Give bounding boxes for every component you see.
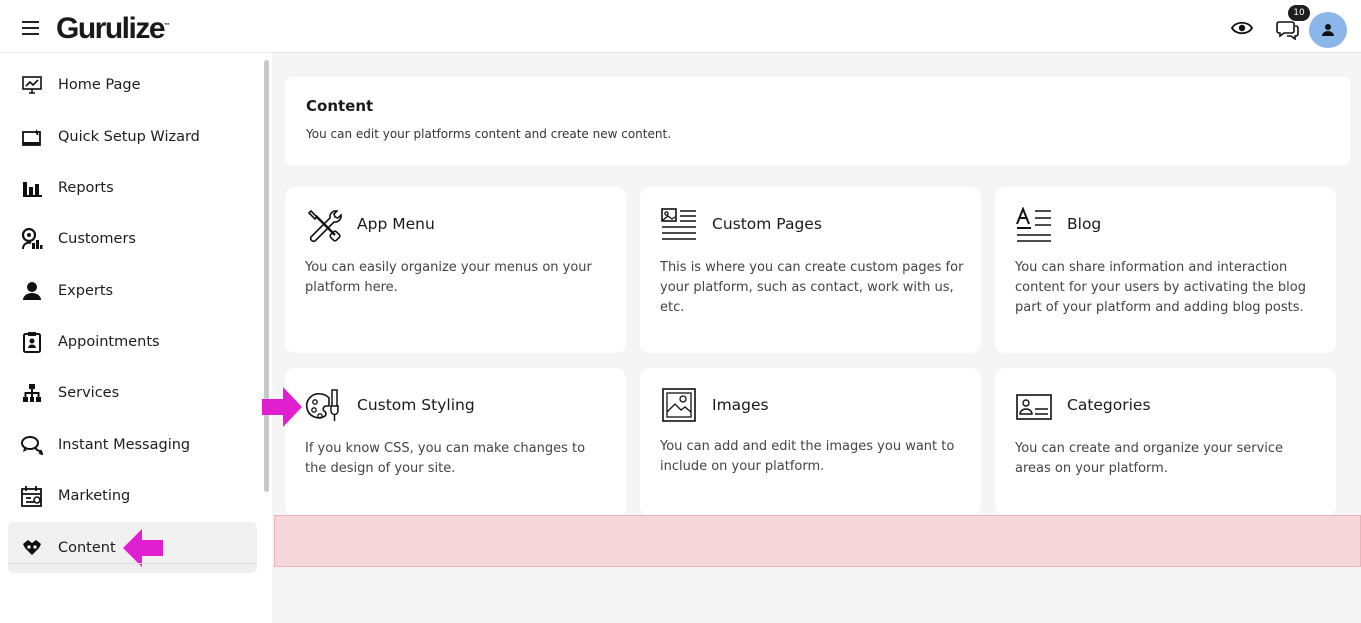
sidebar-item-quick-setup-wizard[interactable]: Quick Setup Wizard — [8, 111, 257, 162]
card-title: App Menu — [357, 215, 435, 233]
bar-chart-icon — [21, 177, 43, 199]
card-description: You can add and edit the images you want… — [660, 439, 955, 474]
sidebar-scrollbar[interactable] — [264, 60, 269, 492]
user-avatar-icon — [1322, 24, 1334, 36]
image-frame-icon — [662, 388, 696, 422]
card-title: Custom Styling — [357, 396, 475, 414]
card-description: This is where you can create custom page… — [660, 260, 964, 315]
card-description: You can create and organize your service… — [1015, 441, 1284, 476]
card-description: You can easily organize your menus on yo… — [305, 260, 592, 295]
card-blog[interactable]: Blog You can share information and inter… — [995, 187, 1336, 353]
chart-monitor-icon — [21, 74, 43, 96]
card-title: Blog — [1067, 215, 1102, 233]
sidebar-item-customers[interactable]: Customers — [8, 213, 257, 264]
tools-icon — [307, 209, 342, 243]
pointer-arrow-right-icon — [262, 387, 302, 427]
id-card-icon — [1016, 394, 1052, 420]
sidebar-item-experts[interactable]: Experts — [8, 265, 257, 316]
wizard-window-icon — [21, 126, 43, 148]
palette-brush-icon — [305, 389, 339, 421]
sitemap-icon — [21, 382, 43, 404]
text-article-icon — [1016, 207, 1051, 242]
card-custom-pages[interactable]: Custom Pages This is where you can creat… — [640, 187, 981, 353]
card-custom-styling[interactable]: Custom Styling If you know CSS, you can … — [285, 368, 626, 516]
customer-chart-icon — [21, 227, 43, 250]
sidebar-divider — [8, 563, 257, 564]
card-title: Custom Pages — [712, 215, 822, 233]
chat-bubbles-icon — [21, 434, 43, 456]
clipboard-user-icon — [21, 331, 43, 353]
pointer-arrow-left-icon — [123, 529, 163, 567]
user-icon — [21, 280, 43, 302]
avatar[interactable] — [1309, 12, 1347, 48]
top-bar: Gurulize™ 10 — [0, 0, 1361, 53]
sidebar-item-instant-messaging[interactable]: Instant Messaging — [8, 419, 257, 470]
sidebar-item-reports[interactable]: Reports — [8, 162, 257, 213]
sidebar-item-home-page[interactable]: Home Page — [8, 59, 257, 110]
chat-icon[interactable] — [1276, 18, 1300, 40]
card-title: Images — [712, 396, 769, 414]
card-title: Categories — [1067, 396, 1151, 414]
brand-logo[interactable]: Gurulize™ — [56, 12, 170, 46]
content-header-card: Content You can edit your platforms cont… — [285, 77, 1350, 165]
card-description: You can share information and interactio… — [1015, 260, 1306, 315]
sidebar-item-marketing[interactable]: Marketing — [8, 470, 257, 521]
sidebar-item-services[interactable]: Services — [8, 367, 257, 418]
page-subtitle: You can edit your platforms content and … — [306, 127, 672, 141]
page-layout-icon — [661, 208, 696, 240]
alert-bar — [274, 515, 1361, 567]
card-images[interactable]: Images You can add and edit the images y… — [640, 368, 981, 516]
notification-badge: 10 — [1288, 5, 1310, 21]
calendar-marketing-icon — [21, 485, 43, 507]
card-categories[interactable]: Categories You can create and organize y… — [995, 368, 1336, 516]
puzzle-hands-icon — [21, 537, 43, 559]
sidebar-item-appointments[interactable]: Appointments — [8, 316, 257, 367]
card-app-menu[interactable]: App Menu You can easily organize your me… — [285, 187, 626, 353]
hamburger-menu-icon[interactable] — [22, 21, 39, 35]
card-description: If you know CSS, you can make changes to… — [305, 441, 586, 476]
page-title: Content — [306, 97, 374, 115]
eye-icon[interactable] — [1231, 20, 1253, 36]
